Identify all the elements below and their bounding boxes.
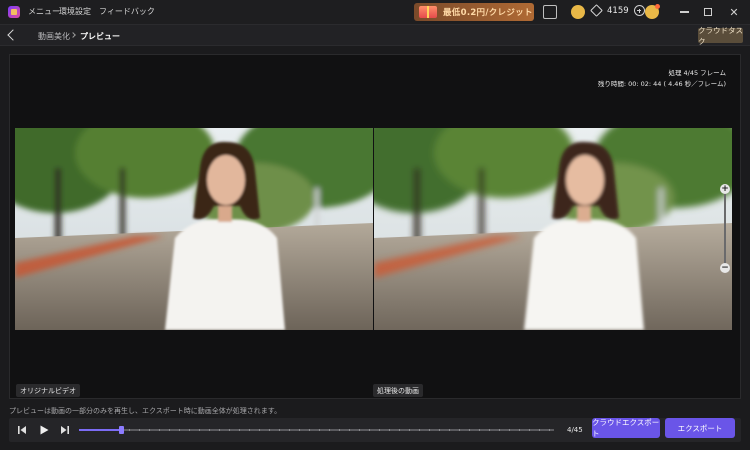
- promo-banner[interactable]: 最低0.2円/クレジット: [414, 3, 534, 21]
- app-logo-icon: [8, 6, 20, 18]
- close-icon: ✕: [729, 5, 739, 19]
- gem-icon: [590, 4, 603, 17]
- processing-stats: 処理 4/45 フレーム 残り時間: 00: 02: 44 ( 4.46 秒／フ…: [598, 68, 726, 90]
- timeline-playhead[interactable]: [119, 426, 124, 434]
- zoom-slider[interactable]: [724, 187, 726, 267]
- zoom-in-icon[interactable]: +: [720, 184, 730, 194]
- minimize-button[interactable]: [676, 4, 692, 20]
- window-mode-icon[interactable]: [543, 5, 557, 19]
- breadcrumb-item-video-enhance[interactable]: 動画美化: [38, 31, 70, 42]
- remaining-time: 残り時間: 00: 02: 44 ( 4.46 秒／フレーム): [597, 80, 726, 88]
- preview-info-text: プレビューは動画の一部分のみを再生し、エクスポート時に動画全体が処理されます。: [9, 407, 282, 415]
- step-forward-icon[interactable]: [60, 425, 70, 435]
- timeline-ticks: [79, 429, 554, 431]
- breadcrumb-bar: 動画美化 プレビュー クラウドタスク: [0, 24, 750, 46]
- maximize-icon: [704, 8, 712, 16]
- credits-count: 4159: [607, 5, 629, 16]
- cloud-export-button[interactable]: クラウドエクスポート: [592, 418, 660, 438]
- plus-circle-icon[interactable]: [633, 5, 645, 16]
- maximize-button[interactable]: [700, 4, 716, 20]
- export-button[interactable]: エクスポート: [665, 418, 735, 438]
- chevron-right-icon: [70, 32, 76, 38]
- chevron-left-icon[interactable]: [7, 29, 19, 41]
- menu-item-menu[interactable]: メニュー: [28, 6, 60, 17]
- original-video-frame: [15, 128, 373, 330]
- processed-video-frame: [374, 128, 732, 330]
- user-avatar-icon[interactable]: [645, 4, 660, 19]
- processed-video-image: [374, 128, 732, 330]
- original-video-image: [15, 128, 373, 330]
- cloud-task-button[interactable]: クラウドタスク: [698, 26, 743, 46]
- play-icon[interactable]: [39, 425, 49, 435]
- step-back-icon[interactable]: [17, 425, 27, 435]
- breadcrumb-item-preview: プレビュー: [80, 32, 120, 41]
- original-video-label: オリジナルビデオ: [16, 384, 80, 397]
- menu-item-preferences[interactable]: 環境設定: [59, 6, 91, 17]
- timeline-track[interactable]: [79, 426, 554, 434]
- processing-status: 処理 4/45 フレーム: [668, 69, 726, 77]
- promo-text: 最低0.2円/クレジット: [443, 8, 533, 18]
- menu-item-feedback[interactable]: フィードバック: [99, 6, 155, 17]
- minimize-icon: [679, 11, 689, 13]
- credits-display[interactable]: 4159: [590, 4, 645, 17]
- processed-video-label: 処理後の動画: [373, 384, 423, 397]
- timeline-progress: [79, 429, 121, 431]
- coin-icon[interactable]: [571, 5, 585, 19]
- frame-counter: 4/45: [567, 426, 583, 434]
- gift-icon: [419, 6, 437, 18]
- close-button[interactable]: ✕: [726, 4, 742, 20]
- zoom-out-icon[interactable]: −: [720, 263, 730, 273]
- title-bar: メニュー 環境設定 フィードバック 最低0.2円/クレジット 4159 ✕: [0, 0, 750, 24]
